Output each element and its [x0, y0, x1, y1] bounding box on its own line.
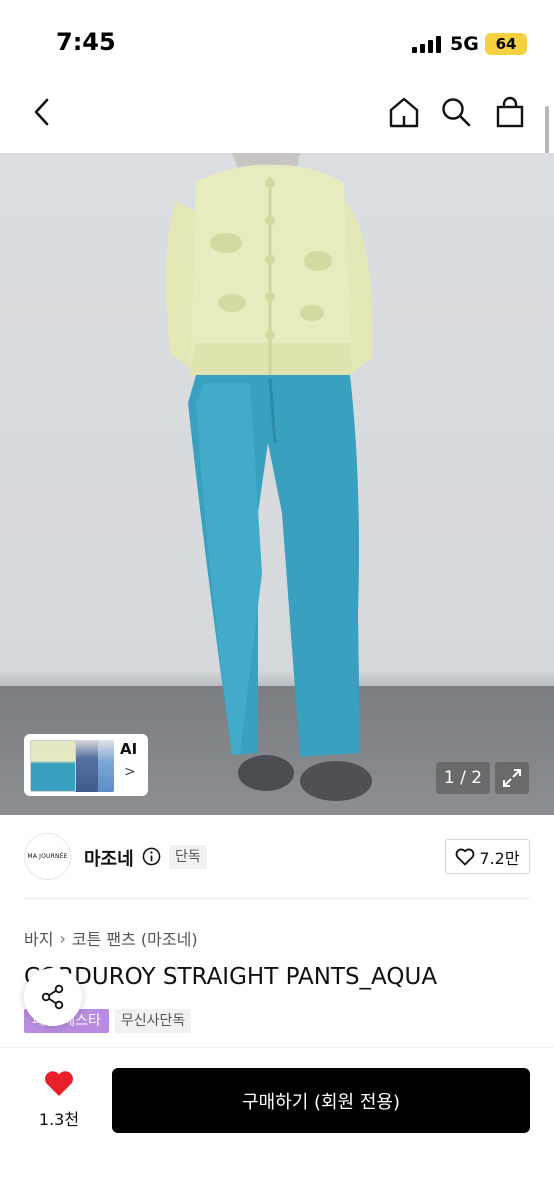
- brand-like-count: 7.2만: [479, 848, 520, 868]
- network-type: 5G: [450, 33, 479, 55]
- divider: [24, 898, 530, 899]
- battery-indicator: 64: [485, 33, 527, 55]
- heart-filled-icon: [45, 1071, 73, 1096]
- chevron-left-icon: [34, 98, 49, 126]
- ai-label: AI: [120, 740, 138, 758]
- product-like-count: 1.3천: [38, 1110, 80, 1129]
- exclusive-badge: 단독: [169, 845, 207, 869]
- buy-button[interactable]: 구매하기 (회원 전용): [112, 1068, 530, 1133]
- info-icon[interactable]: [142, 847, 161, 866]
- breadcrumb-item-subcategory[interactable]: 코튼 팬츠 (마조네): [72, 926, 198, 950]
- shopping-bag-button[interactable]: [490, 92, 530, 132]
- brand-row: MA JOURNÉE 마조네 단독 7.2만: [0, 815, 554, 899]
- search-button[interactable]: [436, 92, 476, 132]
- chevron-right-icon: ›: [59, 928, 66, 948]
- shopping-bag-icon: [496, 96, 524, 128]
- image-page-counter: 1 / 2: [436, 762, 490, 794]
- home-icon: [389, 97, 419, 128]
- search-icon: [442, 98, 471, 127]
- expand-image-button[interactable]: [495, 762, 529, 794]
- share-button[interactable]: [24, 968, 82, 1026]
- share-icon: [41, 984, 64, 1010]
- product-title: CORDUROY STRAIGHT PANTS_AQUA: [24, 964, 438, 990]
- back-button[interactable]: [22, 92, 62, 132]
- home-button[interactable]: [384, 92, 424, 132]
- brand-like-button[interactable]: 7.2만: [445, 839, 530, 874]
- brand-logo[interactable]: MA JOURNÉE: [24, 833, 71, 880]
- ai-chevron-icon: >: [124, 764, 136, 780]
- product-photo-model: [166, 153, 373, 801]
- cellular-signal-icon: [412, 35, 441, 53]
- heart-outline-icon: [456, 848, 475, 865]
- expand-icon: [503, 769, 521, 787]
- brand-name[interactable]: 마조네: [84, 845, 134, 871]
- top-nav: [0, 80, 554, 152]
- thumbnail-stack: [28, 738, 114, 792]
- status-time: 7:45: [56, 28, 116, 56]
- ai-similar-products-card[interactable]: AI >: [24, 734, 148, 796]
- status-bar: 7:45 5G 64: [0, 0, 554, 80]
- breadcrumb-item-category[interactable]: 바지: [24, 926, 53, 950]
- product-like-button[interactable]: 1.3천: [26, 1070, 92, 1130]
- product-image-gallery[interactable]: AI > 1 / 2: [0, 153, 554, 815]
- bottom-action-bar: 1.3천 구매하기 (회원 전용): [0, 1047, 554, 1200]
- thumbnail-1: [30, 740, 76, 792]
- breadcrumb: 바지 › 코튼 팬츠 (마조네): [24, 926, 198, 950]
- exclusive-tag: 무신사단독: [114, 1009, 192, 1033]
